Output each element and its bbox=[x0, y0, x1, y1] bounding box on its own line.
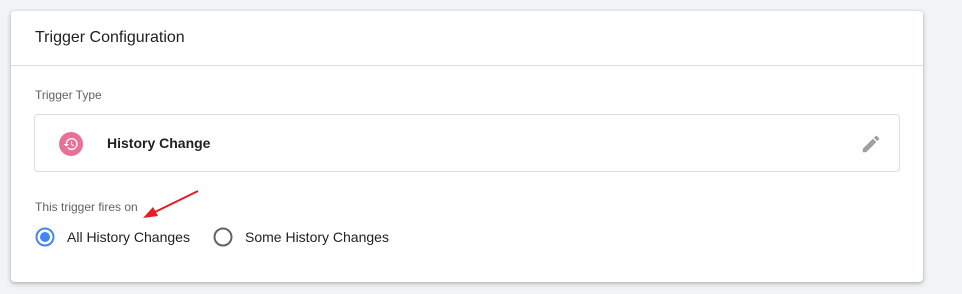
card-title: Trigger Configuration bbox=[35, 29, 185, 46]
trigger-type-name: History Change bbox=[107, 135, 211, 151]
radio-selected-icon[interactable] bbox=[35, 227, 55, 247]
trigger-type-label: Trigger Type bbox=[35, 88, 102, 102]
history-icon bbox=[59, 132, 83, 156]
pencil-icon[interactable] bbox=[860, 133, 882, 155]
radio-label-some: Some History Changes bbox=[245, 229, 389, 245]
card-header: Trigger Configuration bbox=[11, 11, 923, 66]
annotation-arrow-icon bbox=[143, 190, 199, 218]
radio-some-history-changes[interactable]: Some History Changes bbox=[213, 226, 389, 248]
fires-on-label: This trigger fires on bbox=[35, 200, 138, 214]
trigger-type-selector[interactable]: History Change bbox=[34, 114, 900, 172]
trigger-configuration-card: Trigger Configuration Trigger Type Histo… bbox=[11, 11, 923, 282]
